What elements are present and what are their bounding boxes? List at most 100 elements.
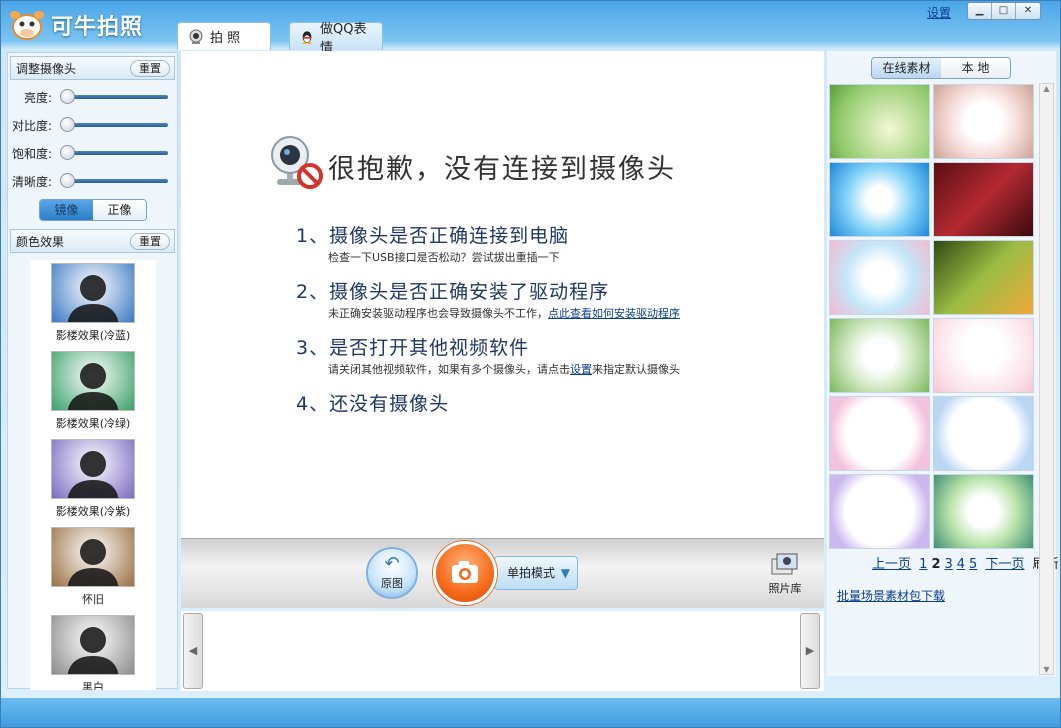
window-controls: ▁ □ ✕: [967, 2, 1041, 20]
tip-heading: 3、是否打开其他视频软件: [296, 337, 530, 359]
minimize-icon[interactable]: ▁: [968, 3, 992, 19]
normal-button[interactable]: 正像: [93, 200, 146, 220]
slider-row: 亮度:: [8, 83, 177, 111]
person-silhouette-icon: [67, 539, 119, 586]
slider-track[interactable]: [60, 89, 168, 104]
tip-detail-text: 请关闭其他视频软件，如果有多个摄像头，请点击: [328, 363, 570, 376]
effect-label: 怀旧: [82, 593, 104, 606]
slider-thumb[interactable]: [60, 89, 75, 104]
tip-detail-link[interactable]: 点此查看如何安装驱动程序: [548, 307, 680, 320]
prev-page-link[interactable]: 上一页: [872, 557, 911, 572]
tip-detail: 请关闭其他视频软件，如果有多个摄像头，请点击设置来指定默认摄像头: [328, 361, 680, 377]
scroll-up-icon[interactable]: ▲: [1040, 84, 1053, 93]
tip-detail: 检查一下USB接口是否松动？尝试拔出重插一下: [328, 249, 560, 265]
materials-scrollbar[interactable]: ▲ ▼: [1039, 83, 1054, 675]
slider-track[interactable]: [60, 117, 168, 132]
slider-row: 清晰度:: [8, 167, 177, 195]
photo-gallery-icon: [771, 553, 798, 575]
color-effect-item[interactable]: 影楼效果(冷绿): [30, 351, 156, 436]
capture-button[interactable]: [433, 541, 497, 605]
material-thumb[interactable]: [829, 474, 930, 549]
tip-heading: 2、摄像头是否正确安装了驱动程序: [296, 281, 610, 303]
page-number-link[interactable]: 1: [919, 557, 927, 572]
settings-link[interactable]: 设置: [927, 4, 951, 21]
page-number-link[interactable]: 3: [944, 557, 952, 572]
camera-icon: [452, 561, 478, 583]
strip-right-arrow-icon[interactable]: ▶: [800, 613, 820, 689]
scroll-down-icon[interactable]: ▼: [1040, 665, 1053, 674]
material-thumb[interactable]: [933, 240, 1034, 315]
photo-gallery-button[interactable]: 照片库: [763, 551, 807, 596]
app-title: 可牛拍照: [51, 15, 144, 40]
material-thumb[interactable]: [933, 84, 1034, 159]
material-thumb[interactable]: [829, 240, 930, 315]
app-window: 可牛拍照 拍 照 做QQ表情 设置 ▁ □ ✕ 调整摄像头 重置 亮度: 对比度…: [0, 0, 1061, 728]
tab-photo-label: 拍 照: [210, 31, 241, 46]
slider-thumb[interactable]: [60, 145, 75, 160]
original-image-button[interactable]: ↶ 原图: [366, 547, 418, 599]
effect-thumbnail: [51, 615, 135, 675]
page-numbers: 12345: [919, 557, 981, 572]
tip-heading: 1、摄像头是否正确连接到电脑: [296, 225, 570, 247]
slider-row: 对比度:: [8, 111, 177, 139]
photo-strip: ◀ ▶: [181, 611, 824, 691]
next-page-link[interactable]: 下一页: [985, 557, 1024, 572]
material-thumb[interactable]: [829, 318, 930, 393]
material-thumb[interactable]: [933, 474, 1034, 549]
close-icon[interactable]: ✕: [1016, 3, 1040, 19]
tab-photo[interactable]: 拍 照: [177, 22, 271, 50]
material-thumb[interactable]: [829, 396, 930, 471]
tip-detail-link[interactable]: 设置: [570, 363, 592, 376]
slider-track[interactable]: [60, 173, 168, 188]
slider-thumb[interactable]: [60, 117, 75, 132]
camera-adjust-header: 调整摄像头 重置: [10, 56, 175, 80]
tip-detail-text-after: 来指定默认摄像头: [592, 363, 680, 376]
camera-preview: 很抱歉，没有连接到摄像头 1、摄像头是否正确连接到电脑检查一下USB接口是否松动…: [181, 51, 824, 538]
undo-arrow-icon: ↶: [384, 553, 400, 574]
slider-track[interactable]: [60, 145, 168, 160]
effect-label: 影楼效果(冷绿): [55, 417, 131, 430]
camera-adjust-title: 调整摄像头: [16, 61, 77, 76]
slider-label: 清晰度:: [11, 174, 52, 189]
material-thumb[interactable]: [829, 84, 930, 159]
page-number-link[interactable]: 4: [957, 557, 965, 572]
color-effect-item[interactable]: 影楼效果(冷紫): [30, 439, 156, 524]
color-effect-item[interactable]: 黑白: [30, 615, 156, 690]
color-effect-item[interactable]: 怀旧: [30, 527, 156, 612]
material-thumb[interactable]: [829, 162, 930, 237]
color-effect-item[interactable]: 影楼效果(冷蓝): [30, 263, 156, 348]
material-thumb[interactable]: [933, 318, 1034, 393]
camera-reset-button[interactable]: 重置: [130, 59, 170, 77]
strip-left-arrow-icon[interactable]: ◀: [183, 613, 203, 689]
tip-detail: 未正确安装驱动程序也会导致摄像头不工作，点此查看如何安装驱动程序: [328, 305, 680, 321]
tip-detail-text: 未正确安装驱动程序也会导致摄像头不工作，: [328, 307, 548, 320]
slider-label: 饱和度:: [11, 146, 52, 161]
local-materials-tab[interactable]: 本 地: [941, 58, 1010, 78]
materials-panel: 在线素材 本 地 上一页 12345 下一页 刷新 批量场景素材包下载 ▲ ▼: [827, 51, 1059, 676]
slider-thumb[interactable]: [60, 173, 75, 188]
tip-heading: 4、还没有摄像头: [296, 393, 450, 415]
online-materials-tab[interactable]: 在线素材: [872, 58, 941, 78]
mirror-button[interactable]: 镜像: [40, 200, 93, 220]
batch-download-link[interactable]: 批量场景素材包下载: [837, 587, 945, 604]
person-silhouette-icon: [67, 627, 119, 674]
status-bar: [1, 698, 1060, 727]
maximize-icon[interactable]: □: [992, 3, 1016, 19]
effect-thumbnail: [51, 527, 135, 587]
material-thumb[interactable]: [933, 396, 1034, 471]
effect-reset-button[interactable]: 重置: [130, 232, 170, 250]
shooting-mode-label: 单拍模式: [507, 566, 556, 580]
left-panel: 调整摄像头 重置 亮度: 对比度: 饱和度: 清晰度: 镜像 正像 颜色效果 重…: [7, 52, 178, 690]
material-thumb[interactable]: [933, 162, 1034, 237]
mirror-toggle: 镜像 正像: [39, 199, 147, 221]
camera-sliders: 亮度: 对比度: 饱和度: 清晰度:: [8, 83, 177, 195]
effect-thumbnail: [51, 263, 135, 323]
color-effect-list: 影楼效果(冷蓝) 影楼效果(冷绿) 影楼效果(冷紫) 怀旧 黑白: [30, 260, 156, 690]
page-number-link[interactable]: 5: [969, 557, 977, 572]
error-title: 很抱歉，没有连接到摄像头: [328, 154, 676, 185]
tab-qq-emoticon-label: 做QQ表情: [320, 21, 367, 56]
tab-qq-emoticon[interactable]: 做QQ表情: [289, 22, 383, 56]
qq-penguin-icon: [302, 30, 312, 44]
no-camera-icon: [271, 136, 323, 189]
shooting-mode-dropdown[interactable]: 单拍模式 ▼: [494, 556, 578, 590]
